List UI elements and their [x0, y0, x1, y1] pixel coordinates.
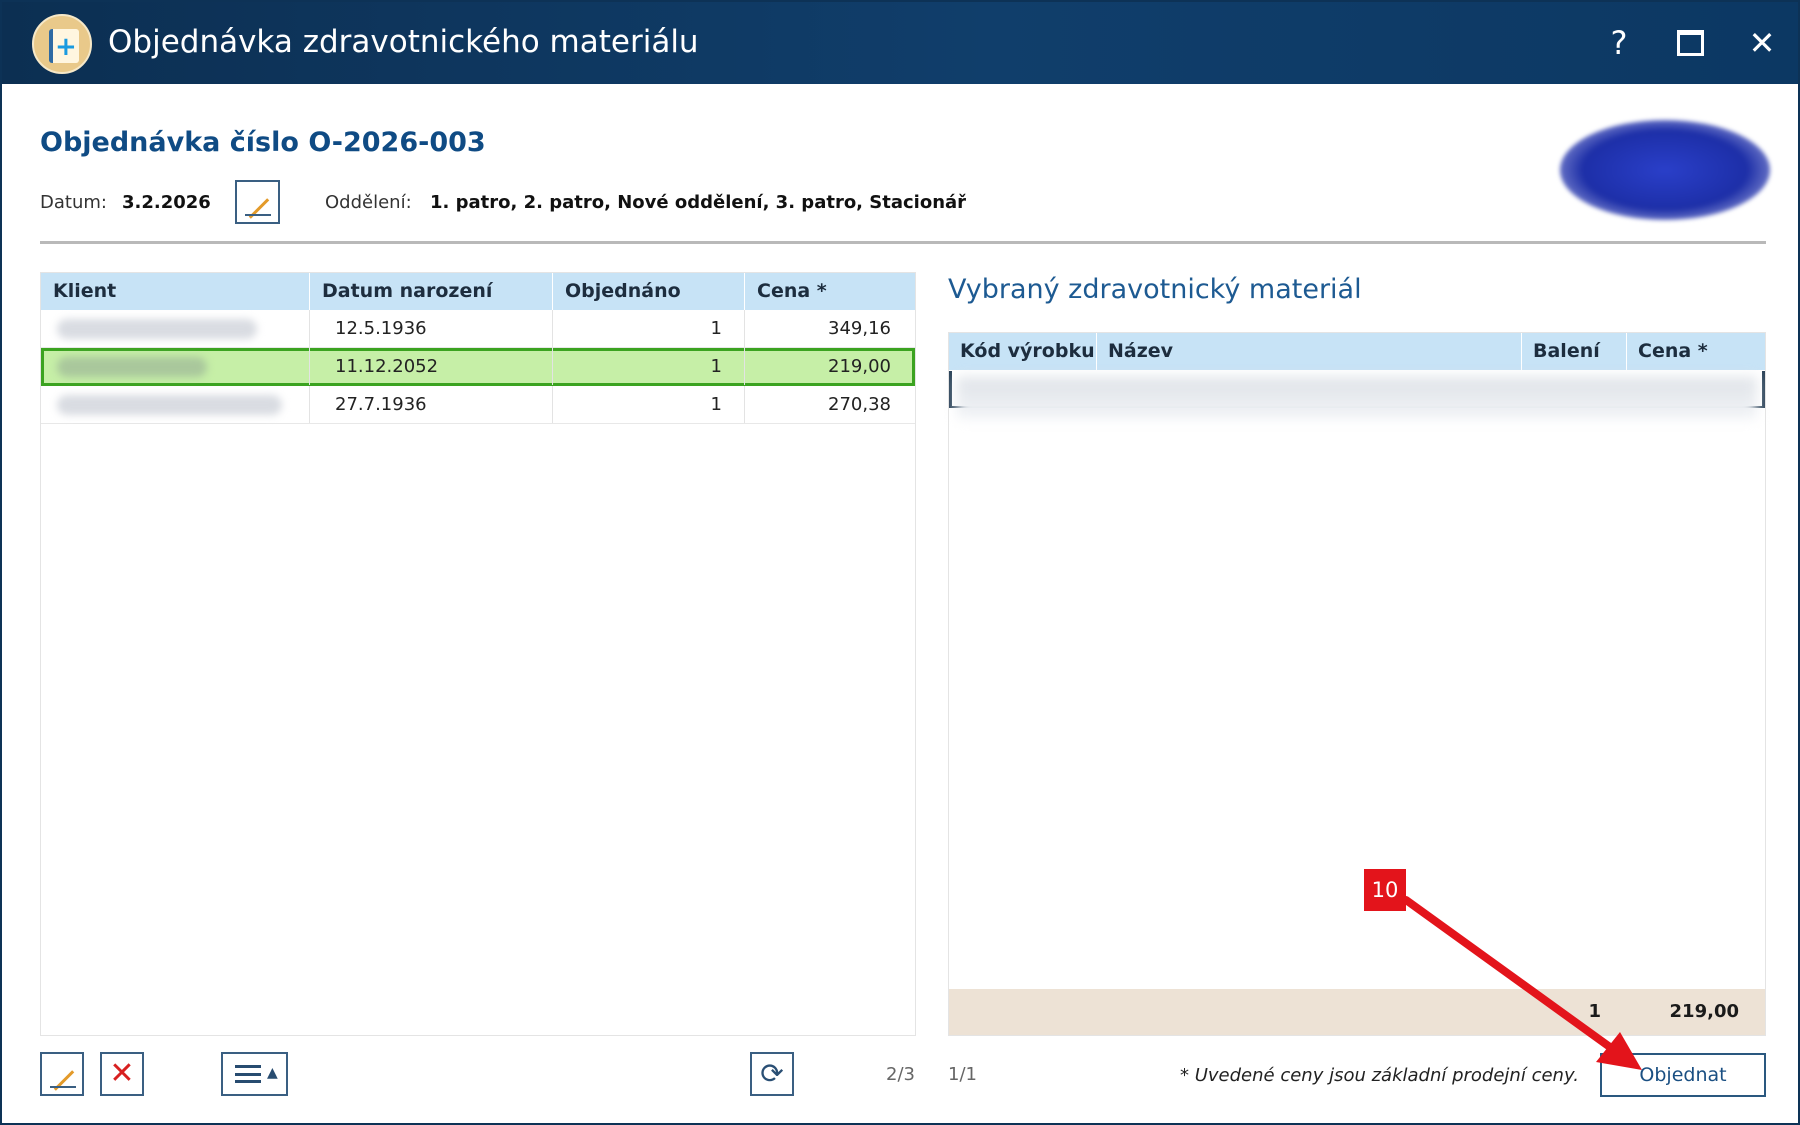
help-button[interactable]: ? [1596, 20, 1642, 66]
company-logo [1560, 120, 1770, 220]
order-button[interactable]: Objednat [1600, 1053, 1766, 1097]
column-header-package[interactable]: Balení [1521, 333, 1626, 370]
menu-button[interactable]: ▲ [221, 1052, 288, 1096]
divider [40, 241, 1766, 244]
order-title: Objednávka číslo O-2026-003 [40, 127, 486, 158]
column-header-birth-date[interactable]: Datum narození [309, 273, 552, 310]
material-section-title: Vybraný zdravotnický materiál [948, 274, 1362, 305]
maximize-icon [1677, 30, 1704, 56]
date-label: Datum: [40, 192, 107, 213]
material-pager: 1/1 [948, 1064, 977, 1085]
price-cell: 270,38 [744, 386, 915, 423]
birth-date-cell: 12.5.1936 [309, 310, 552, 347]
refresh-button[interactable]: ⟳ [750, 1052, 794, 1096]
column-header-name[interactable]: Název [1096, 333, 1521, 370]
birth-date-cell: 11.12.2052 [309, 348, 552, 385]
ordered-cell: 1 [552, 310, 744, 347]
ordered-cell: 1 [552, 386, 744, 423]
dialog-window: + Objednávka zdravotnického materiálu ? … [0, 0, 1800, 1125]
step-badge: 10 [1364, 869, 1406, 911]
column-header-client[interactable]: Klient [41, 273, 309, 310]
price-cell: 219,00 [744, 348, 915, 385]
delete-icon: ✕ [109, 1056, 135, 1091]
menu-icon [235, 1065, 261, 1083]
ordered-cell: 1 [552, 348, 744, 385]
clients-table: Klient Datum narození Objednáno Cena * 1… [40, 272, 916, 1036]
price-cell: 349,16 [744, 310, 915, 347]
column-header-ordered[interactable]: Objednáno [552, 273, 744, 310]
material-row-redacted [957, 377, 1757, 419]
column-header-price[interactable]: Cena * [1626, 333, 1765, 370]
table-row[interactable]: 27.7.1936 1 270,38 [41, 386, 915, 424]
maximize-button[interactable] [1667, 20, 1713, 66]
material-table-header: Kód výrobku Název Balení Cena * [949, 333, 1765, 370]
footer-total: 219,00 [1669, 1001, 1739, 1022]
table-row[interactable]: 12.5.1936 1 349,16 [41, 310, 915, 348]
column-header-product-code[interactable]: Kód výrobku [949, 333, 1096, 370]
material-table-footer: 1 219,00 [949, 989, 1765, 1035]
department-value: 1. patro, 2. patro, Nové oddělení, 3. pa… [430, 192, 967, 213]
column-header-price[interactable]: Cena * [744, 273, 915, 310]
edit-button[interactable] [40, 1052, 84, 1096]
medical-notebook-icon: + [32, 14, 92, 74]
title-bar: + Objednávka zdravotnického materiálu ? … [2, 2, 1798, 84]
clients-table-header: Klient Datum narození Objednáno Cena * [41, 273, 915, 310]
close-button[interactable]: ✕ [1739, 20, 1785, 66]
client-name-redacted [57, 357, 207, 377]
client-name-redacted [57, 319, 257, 339]
window-title: Objednávka zdravotnického materiálu [108, 24, 699, 60]
refresh-icon: ⟳ [760, 1057, 784, 1090]
material-table: Kód výrobku Název Balení Cena * 1 219,00 [948, 332, 1766, 1036]
edit-date-button[interactable] [235, 180, 280, 224]
birth-date-cell: 27.7.1936 [309, 386, 552, 423]
price-note: * Uvedené ceny jsou základní prodejní ce… [1180, 1065, 1579, 1086]
department-label: Oddělení: [325, 192, 412, 213]
date-value: 3.2.2026 [122, 192, 211, 213]
client-name-redacted [57, 395, 282, 415]
delete-button[interactable]: ✕ [100, 1052, 144, 1096]
clients-pager: 2/3 [886, 1064, 915, 1085]
caret-up-icon: ▲ [267, 1065, 278, 1081]
table-row-selected[interactable]: 11.12.2052 1 219,00 [41, 348, 915, 386]
